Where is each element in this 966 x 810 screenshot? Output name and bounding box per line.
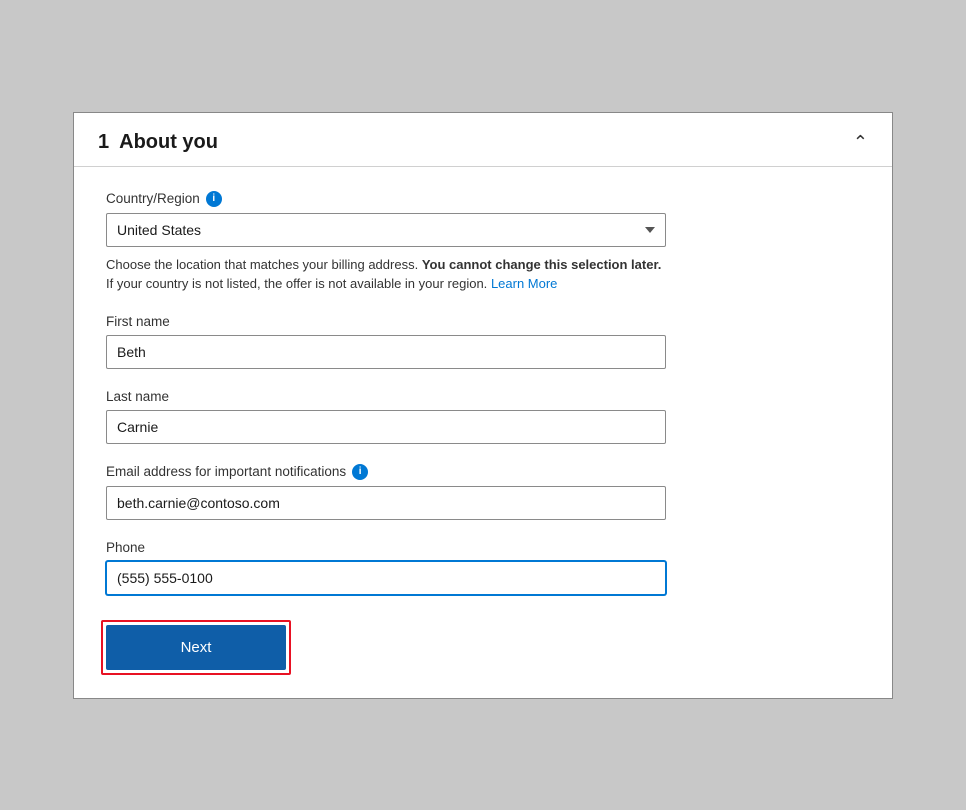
first-name-label: First name — [106, 314, 860, 329]
last-name-label: Last name — [106, 389, 860, 404]
email-input[interactable] — [106, 486, 666, 520]
billing-note-end: If your country is not listed, the offer… — [106, 276, 487, 291]
card-header: 1 About you ⌃ — [74, 113, 892, 167]
step-number: 1 — [98, 131, 109, 154]
billing-note-normal: Choose the location that matches your bi… — [106, 257, 418, 272]
collapse-icon[interactable]: ⌃ — [853, 132, 868, 153]
country-info-icon[interactable]: i — [206, 191, 222, 207]
first-name-group: First name — [106, 314, 860, 369]
country-region-select[interactable]: United States Canada United Kingdom Aust… — [106, 213, 666, 247]
last-name-input[interactable] — [106, 410, 666, 444]
phone-input[interactable] — [106, 561, 666, 595]
next-button-wrapper: Next — [106, 625, 286, 670]
about-you-card: 1 About you ⌃ Country/Region i United St… — [73, 112, 893, 699]
section-title: About you — [119, 131, 218, 154]
phone-label: Phone — [106, 540, 860, 555]
billing-note-bold: You cannot change this selection later. — [422, 257, 662, 272]
page-container: 1 About you ⌃ Country/Region i United St… — [0, 0, 966, 810]
next-button[interactable]: Next — [106, 625, 286, 670]
country-region-group: Country/Region i United States Canada Un… — [106, 191, 860, 294]
billing-note: Choose the location that matches your bi… — [106, 255, 666, 294]
email-group: Email address for important notification… — [106, 464, 860, 520]
phone-group: Phone — [106, 540, 860, 595]
learn-more-link[interactable]: Learn More — [491, 276, 557, 291]
email-label: Email address for important notification… — [106, 464, 860, 480]
last-name-group: Last name — [106, 389, 860, 444]
country-region-label: Country/Region i — [106, 191, 860, 207]
first-name-input[interactable] — [106, 335, 666, 369]
email-info-icon[interactable]: i — [352, 464, 368, 480]
card-body: Country/Region i United States Canada Un… — [74, 167, 892, 698]
card-header-title: 1 About you — [98, 131, 218, 154]
